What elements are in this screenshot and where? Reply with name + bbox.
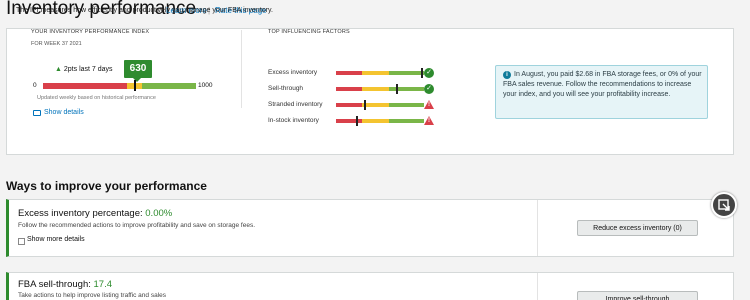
index-updated-note: Updated weekly based on historical perfo… <box>37 95 156 101</box>
rec-divider <box>537 273 538 300</box>
index-change-value: 2pts <box>63 66 78 73</box>
factor-label-excess: Excess inventory <box>268 69 318 76</box>
factor-label-sell-through: Sell-through <box>268 85 304 92</box>
ipi-intro: The IPI measures how efficiently and pro… <box>16 7 273 14</box>
factor-marker-excess <box>421 68 423 78</box>
rec-title-excess: Excess inventory percentage: 0.00% <box>18 208 172 219</box>
floating-expand-button[interactable] <box>711 192 737 218</box>
show-more-checkbox[interactable] <box>18 238 25 245</box>
rec-title-sell-through: FBA sell-through: 17.4 <box>18 279 112 290</box>
factor-marker-sell-through <box>396 84 398 94</box>
rec-title-label: FBA sell-through: <box>18 279 91 290</box>
warning-mark: ! <box>428 102 430 108</box>
check-icon: ✓ <box>424 68 434 78</box>
index-max: 1000 <box>198 82 213 89</box>
rec-desc-sell-through: Take actions to help improve listing tra… <box>18 292 167 299</box>
index-change-period: last 7 days <box>79 66 113 73</box>
show-details-label: Show details <box>44 109 84 116</box>
section-title: Ways to improve your performance <box>6 179 207 193</box>
rec-desc-excess: Follow the recommended actions to improv… <box>18 222 256 229</box>
arrow-up-icon: ▲ <box>55 66 62 73</box>
warning-mark: ! <box>428 118 430 124</box>
index-week: FOR WEEK 37 2021 <box>31 41 82 47</box>
factor-bar-stranded <box>336 103 424 107</box>
factors-title: TOP INFLUENCING FACTORS <box>268 29 350 35</box>
factor-marker-stranded <box>364 100 366 110</box>
factor-bar-in-stock <box>336 119 424 123</box>
check-icon: ✓ <box>424 84 434 94</box>
index-title: YOUR INVENTORY PERFORMANCE INDEX <box>31 29 150 35</box>
factor-label-in-stock: In-stock inventory <box>268 117 319 124</box>
rec-title-value: 0.00% <box>145 208 173 219</box>
card-divider <box>241 30 242 108</box>
reduce-excess-inventory-button[interactable]: Reduce excess inventory (0) <box>577 220 698 236</box>
factor-bar-sell-through <box>336 87 424 91</box>
details-icon <box>33 109 41 116</box>
rec-title-value: 17.4 <box>93 279 113 290</box>
expand-arrow-icon <box>718 199 730 211</box>
scale-segment-red <box>43 83 128 89</box>
score-badge: 630 <box>124 60 152 78</box>
improve-sell-through-button[interactable]: Improve sell-through <box>577 291 698 300</box>
index-score-marker <box>134 80 136 91</box>
scale-segment-green <box>142 83 196 89</box>
rec-title-label: Excess inventory percentage: <box>18 208 143 219</box>
index-min: 0 <box>33 82 37 89</box>
factor-label-stranded: Stranded inventory <box>268 101 323 108</box>
index-change: ▲ 2pts last 7 days <box>55 66 113 73</box>
factor-bar-excess <box>336 71 424 75</box>
factor-marker-in-stock <box>356 116 358 126</box>
fee-info-text: In August, you paid $2.68 in FBA storage… <box>503 71 702 98</box>
show-more-details-label[interactable]: Show more details <box>27 236 85 243</box>
show-details-link[interactable]: Show details <box>33 109 84 116</box>
index-scale-bar <box>43 83 196 89</box>
rec-divider <box>537 200 538 256</box>
